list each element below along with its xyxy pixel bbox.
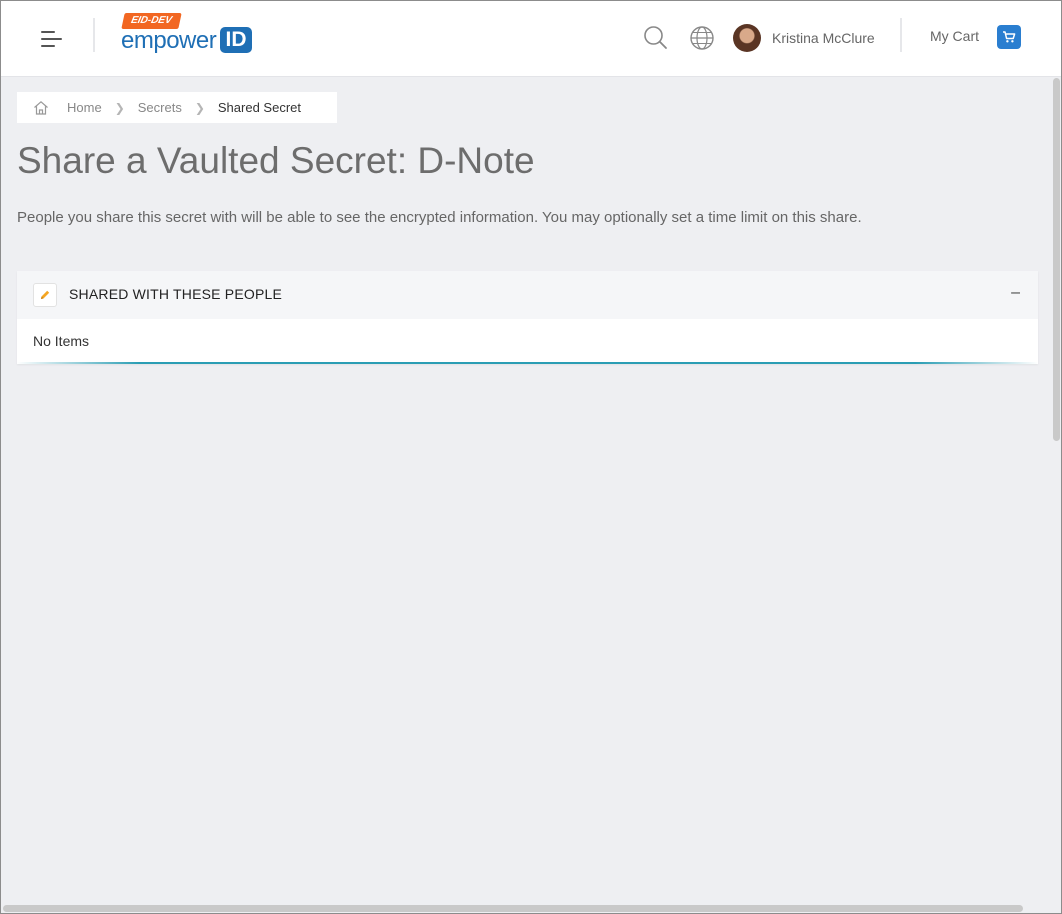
- avatar: [733, 24, 761, 52]
- horizontal-scrollbar[interactable]: [3, 905, 1023, 912]
- panel-header[interactable]: SHARED WITH THESE PEOPLE –: [17, 271, 1038, 319]
- header-divider: [900, 18, 902, 52]
- page-description: People you share this secret with will b…: [17, 209, 862, 226]
- logo-wordmark: empower: [121, 27, 217, 54]
- chevron-right-icon: ❯: [114, 100, 125, 115]
- home-icon: [34, 100, 48, 115]
- panel-accent-line: [17, 362, 1038, 364]
- user-menu[interactable]: Kristina McClure: [733, 23, 875, 53]
- breadcrumb-item-secrets[interactable]: Secrets: [138, 100, 182, 115]
- chevron-right-icon: ❯: [194, 100, 205, 115]
- menu-icon[interactable]: [41, 29, 65, 49]
- cart-button[interactable]: [997, 25, 1021, 49]
- vertical-scrollbar[interactable]: [1053, 78, 1060, 441]
- logo-id-box: ID: [220, 27, 252, 53]
- empowerid-logo[interactable]: EID-DEV empower ID: [121, 13, 261, 57]
- page-title: Share a Vaulted Secret: D-Note: [17, 140, 535, 181]
- pencil-icon: [41, 290, 50, 299]
- breadcrumb-item-home[interactable]: Home: [67, 100, 102, 115]
- top-header: EID-DEV empower ID Kristina McClure My C…: [1, 1, 1061, 77]
- collapse-button[interactable]: –: [1011, 284, 1020, 302]
- empty-state-text: No Items: [33, 333, 90, 349]
- panel-title: SHARED WITH THESE PEOPLE: [69, 286, 283, 302]
- breadcrumb-item-current: Shared Secret: [217, 100, 301, 115]
- globe-icon[interactable]: [689, 25, 715, 56]
- shared-people-panel: SHARED WITH THESE PEOPLE – No Items: [17, 271, 1038, 364]
- breadcrumb-home[interactable]: Home: [33, 100, 102, 116]
- edit-button[interactable]: [33, 283, 57, 307]
- search-icon[interactable]: [643, 25, 669, 56]
- user-name: Kristina McClure: [772, 30, 875, 46]
- header-divider: [93, 18, 95, 52]
- cart-label[interactable]: My Cart: [930, 28, 979, 44]
- window-frame: [0, 0, 1062, 914]
- cart-icon: [1003, 31, 1016, 43]
- breadcrumb: Home ❯ Secrets ❯ Shared Secret: [17, 92, 337, 123]
